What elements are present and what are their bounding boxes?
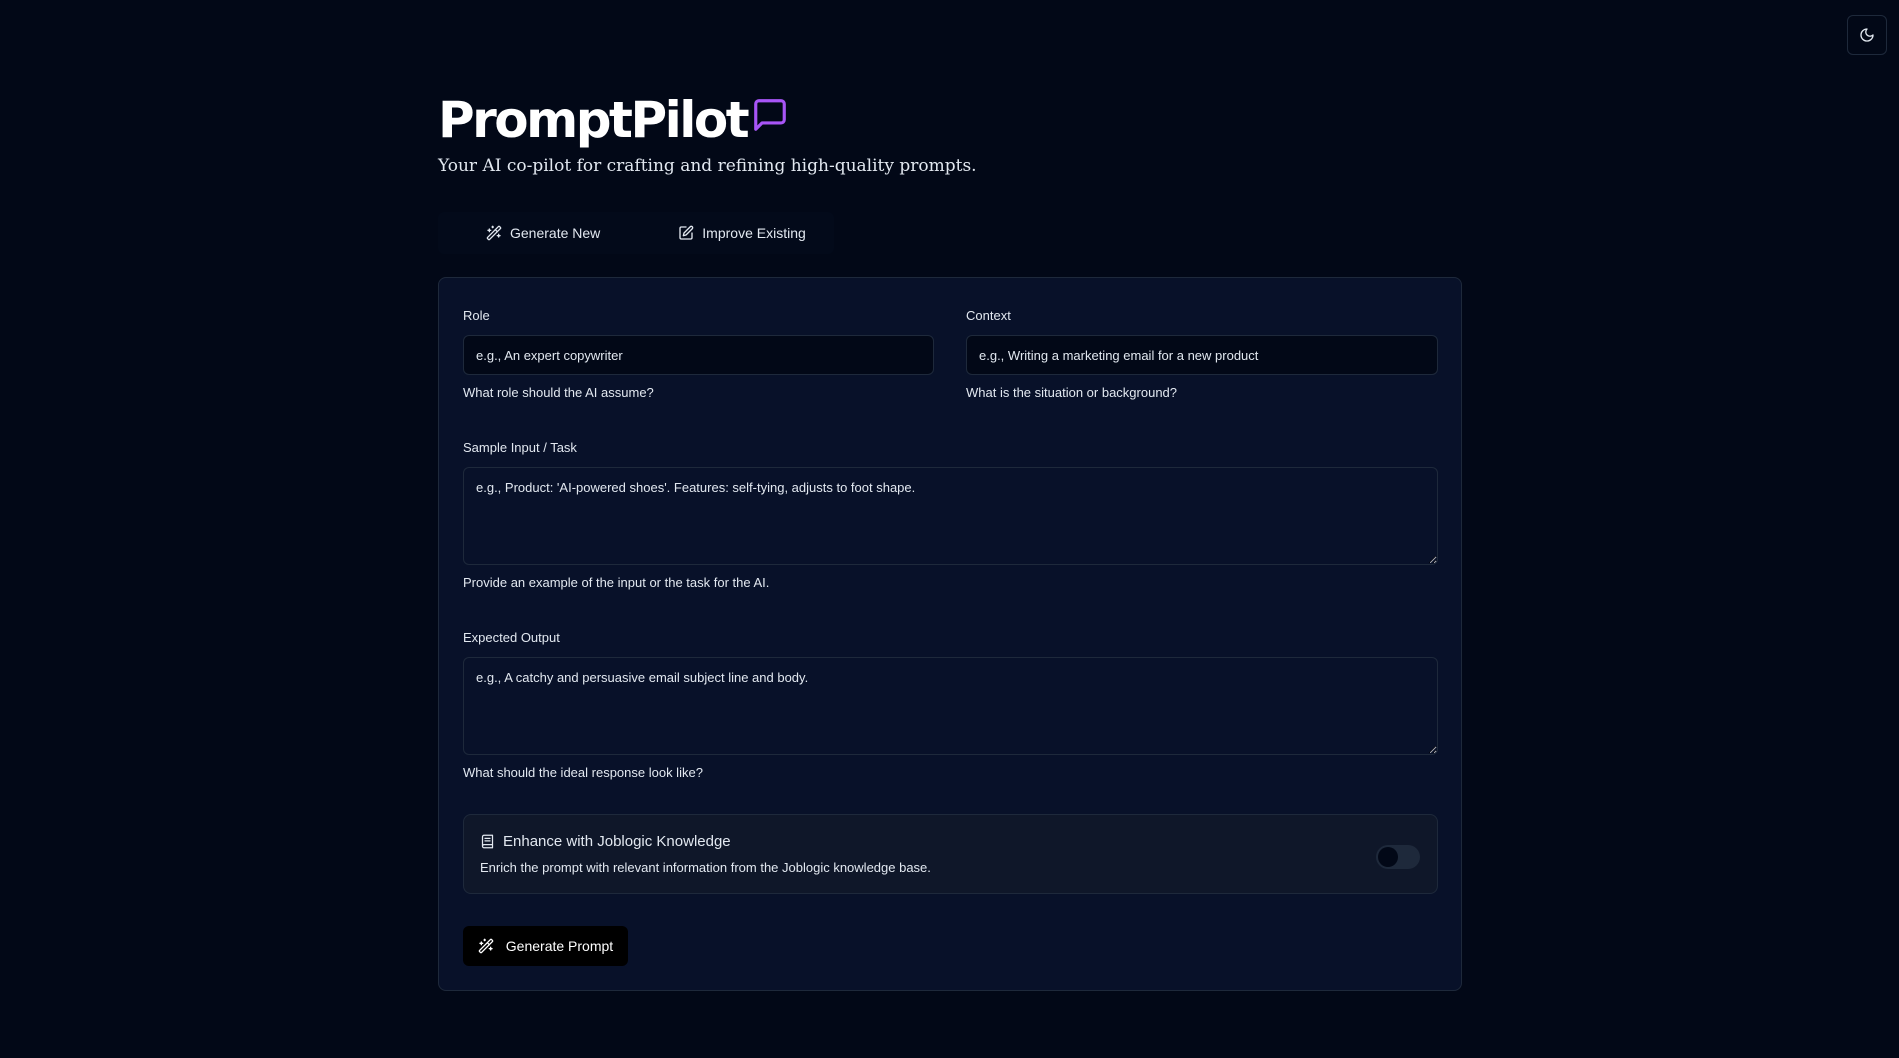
tab-improve-existing-label: Improve Existing	[702, 225, 806, 241]
edit-icon	[679, 225, 694, 240]
enhance-title: Enhance with Joblogic Knowledge	[480, 833, 731, 850]
role-input[interactable]	[463, 335, 934, 375]
tab-generate-new[interactable]: Generate New	[474, 216, 612, 250]
message-square-icon	[754, 99, 786, 131]
enhance-knowledge-panel: Enhance with Joblogic Knowledge Enrich t…	[463, 814, 1438, 894]
expected-output-textarea[interactable]	[463, 657, 1438, 755]
page: PromptPilot Your AI co-pilot for craftin…	[0, 0, 1899, 1058]
sample-input-label: Sample Input / Task	[463, 440, 577, 455]
role-hint: What role should the AI assume?	[463, 385, 654, 400]
mode-tabs: Generate New Improve Existing	[438, 212, 834, 254]
context-label: Context	[966, 308, 1011, 323]
book-icon	[481, 834, 494, 849]
context-input[interactable]	[966, 335, 1438, 375]
role-label: Role	[463, 308, 490, 323]
generate-prompt-label: Generate Prompt	[505, 938, 614, 954]
moon-icon	[1860, 28, 1874, 42]
expected-output-label: Expected Output	[463, 630, 560, 645]
enhance-description: Enrich the prompt with relevant informat…	[480, 860, 931, 875]
sample-input-textarea[interactable]	[463, 467, 1438, 565]
wand-icon	[478, 938, 494, 954]
switch-thumb	[1378, 847, 1398, 867]
expected-output-hint: What should the ideal response look like…	[463, 765, 703, 780]
enhance-toggle-switch[interactable]	[1376, 845, 1420, 869]
tab-improve-existing[interactable]: Improve Existing	[666, 216, 817, 250]
generate-prompt-button[interactable]: Generate Prompt	[463, 926, 628, 966]
sample-input-hint: Provide an example of the input or the t…	[463, 575, 770, 590]
enhance-title-label: Enhance with Joblogic Knowledge	[503, 833, 731, 850]
tab-generate-new-label: Generate New	[510, 225, 601, 241]
page-subtitle: Your AI co-pilot for crafting and refini…	[438, 156, 977, 176]
context-hint: What is the situation or background?	[966, 385, 1178, 400]
wand-icon	[486, 225, 502, 241]
prompt-form-card: Role What role should the AI assume? Con…	[438, 277, 1462, 991]
page-title: PromptPilot	[438, 91, 750, 149]
header: PromptPilot	[438, 92, 789, 148]
theme-toggle-button[interactable]	[1847, 15, 1887, 55]
